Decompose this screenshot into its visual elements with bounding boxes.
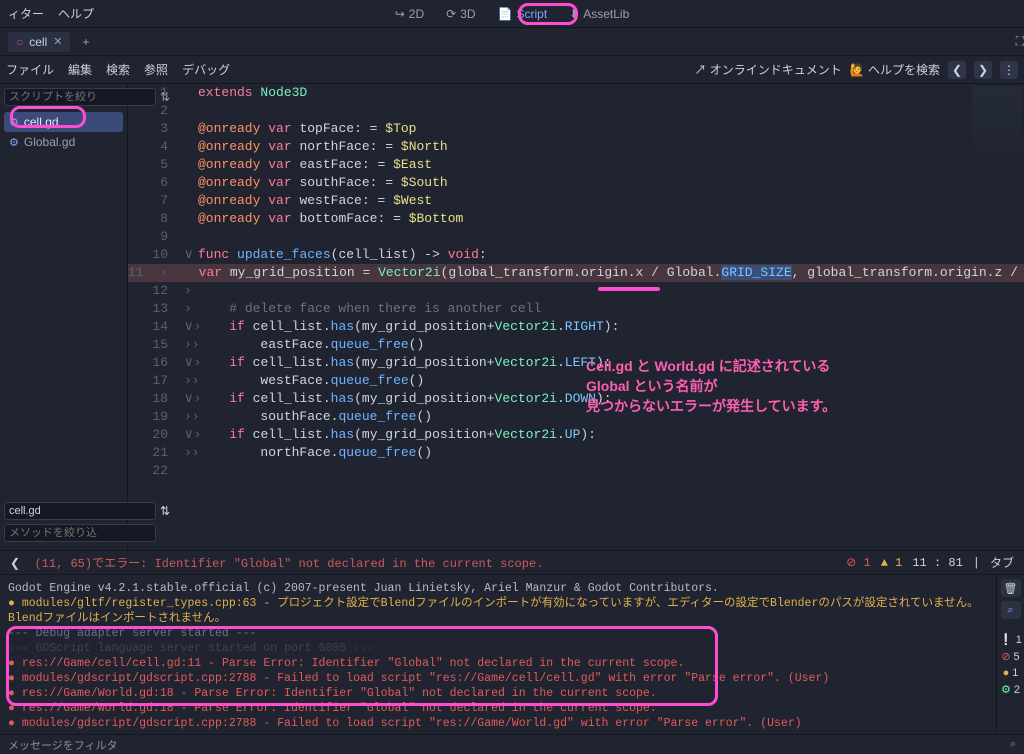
gear-icon: ⚙ [9,136,19,149]
search-help-link[interactable]: 🙋 ヘルプを検索 [850,61,940,78]
mode-assetlib[interactable]: ⬇ AssetLib [563,5,635,23]
menu-file[interactable]: ファイル [6,61,54,78]
log-line: Godot Engine v4.2.1.stable.official (c) … [8,581,988,596]
nav-back-icon[interactable]: ❮ [948,61,966,79]
nav-menu-icon[interactable]: ⋮ [1000,61,1018,79]
menu-reference[interactable]: 参照 [144,61,168,78]
clear-output-icon[interactable]: 🗑 [1001,579,1021,597]
unsaved-icon: ○ [16,35,23,49]
info-count[interactable]: ❕1 [999,633,1022,646]
expand-icon[interactable]: ⛶ [1016,34,1024,49]
line-number: 16 [128,354,184,372]
editor-status-bar: ❮ (11, 65)でエラー: Identifier "Global" not … [0,550,1024,574]
line-number: 1 [128,84,184,102]
cursor-position: 11 : 81 [912,556,962,570]
line-number: 2 [128,102,184,120]
log-line: modules/gltf/register_types.cpp:63 - プロジ… [8,596,988,626]
output-panel: Godot Engine v4.2.1.stable.official (c) … [0,574,1024,734]
add-tab-icon[interactable]: + [76,35,95,49]
log-line: --- GDScript language server started on … [8,641,988,656]
line-number: 21 [128,444,184,462]
log-line: res://Game/World.gd:18 - Parse Error: Id… [8,686,988,701]
message-filter-label[interactable]: メッセージをフィルタ [8,737,118,753]
menu-edit[interactable]: 編集 [68,61,92,78]
gear-icon: ⚙ [9,116,19,129]
menu-help[interactable]: ヘルプ [58,5,94,22]
indent-mode[interactable]: タブ [990,554,1014,571]
tab-close-icon[interactable]: ✕ [53,35,62,48]
script-menubar: ファイル 編集 検索 参照 デバッグ ↗ オンラインドキュメント 🙋 ヘルプを検… [0,56,1024,84]
line-number: 22 [128,462,184,480]
line-number: 18 [128,390,184,408]
log-line: res://Game/World.gd:18 - Parse Error: Id… [8,701,988,716]
menu-debug[interactable]: デバッグ [182,61,230,78]
search-icon[interactable]: ⌕ [1010,738,1016,751]
online-docs-link[interactable]: ↗ オンラインドキュメント [694,61,841,78]
line-number: 13 [128,300,184,318]
mode-2d[interactable]: ↪ 2D [389,5,430,23]
line-number: 8 [128,210,184,228]
mode-script[interactable]: 📄 Script [492,5,554,23]
line-number: 3 [128,120,184,138]
log-line: modules/gdscript/gdscript.cpp:2788 - Fai… [8,671,988,686]
error-count-icon[interactable]: ⊘ 1 [846,555,870,570]
bottom-bar: メッセージをフィルタ ⌕ [0,734,1024,754]
line-number: 9 [128,228,184,246]
script-item-cell[interactable]: ⚙ cell.gd [4,112,123,132]
script-item-label: Global.gd [24,135,75,149]
line-number: 20 [128,426,184,444]
line-number: 15 [128,336,184,354]
warning-count-icon[interactable]: ▲ 1 [881,556,903,570]
nav-forward-icon[interactable]: ❯ [974,61,992,79]
code-editor[interactable]: 1extends Node3D 2 3@onready var topFace:… [128,84,1024,550]
line-number: 7 [128,192,184,210]
output-log[interactable]: Godot Engine v4.2.1.stable.official (c) … [0,575,996,734]
script-sidebar: ⇅ ⚙ cell.gd ⚙ Global.gd ⇅ [0,84,128,550]
top-menubar: ィター ヘルプ ↪ 2D ⟳ 3D 📄 Script ⬇ AssetLib [0,0,1024,28]
editor-count[interactable]: ⚙2 [1001,683,1020,696]
error-count[interactable]: ⊘5 [1001,650,1019,663]
line-number: 12 [128,282,184,300]
mode-3d[interactable]: ⟳ 3D [440,5,481,23]
line-number: 19 [128,408,184,426]
minimap[interactable] [972,86,1022,166]
line-number: 10 [128,246,184,264]
tab-label: cell [29,35,47,49]
prev-error-icon[interactable]: ❮ [10,557,20,571]
error-message: (11, 65)でエラー: Identifier "Global" not de… [34,557,543,571]
line-number: 4 [128,138,184,156]
log-line: modules/gdscript/gdscript.cpp:2788 - Fai… [8,716,988,731]
warning-count[interactable]: ●1 [1003,667,1019,679]
search-output-icon[interactable]: ⌕ [1001,601,1021,619]
line-number: 11 [128,264,160,282]
log-line: res://Game/cell/cell.gd:11 - Parse Error… [8,656,988,671]
line-number: 14 [128,318,184,336]
menu-editor[interactable]: ィター [8,5,44,22]
script-item-label: cell.gd [24,115,59,129]
output-sidebar: 🗑 ⌕ ❕1 ⊘5 ●1 ⚙2 [996,575,1024,734]
scene-tabbar: ○ cell ✕ + ⛶ [0,28,1024,56]
line-number: 17 [128,372,184,390]
menu-search[interactable]: 検索 [106,61,130,78]
line-number: 5 [128,156,184,174]
tab-cell[interactable]: ○ cell ✕ [8,32,70,52]
line-number: 6 [128,174,184,192]
log-line: --- Debug adapter server started --- [8,626,988,641]
script-item-global[interactable]: ⚙ Global.gd [4,132,123,152]
